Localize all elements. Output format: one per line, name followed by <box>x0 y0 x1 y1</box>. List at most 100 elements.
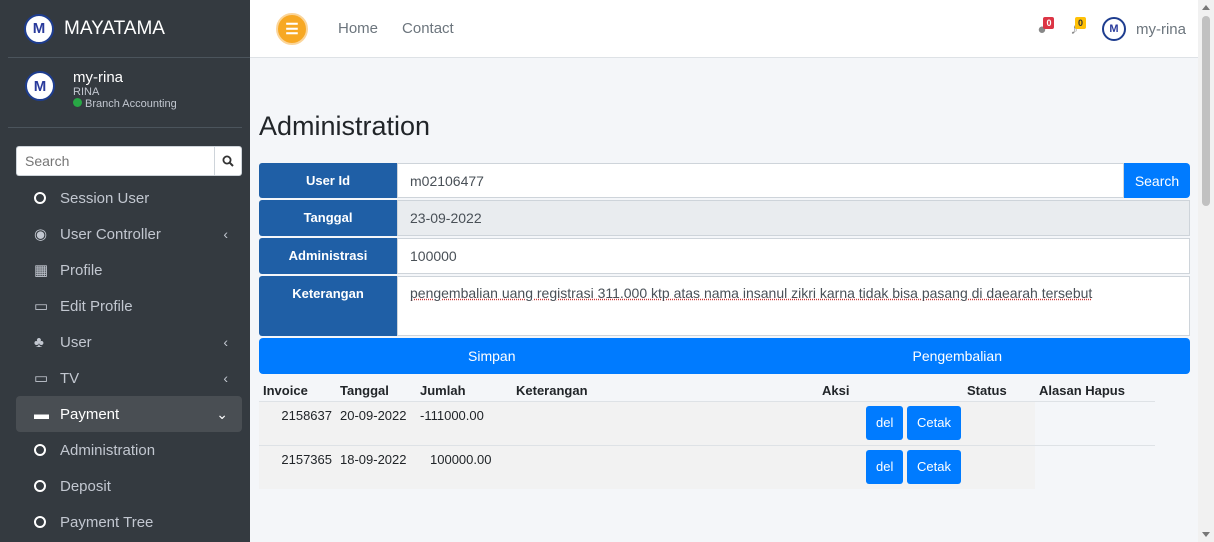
search-button[interactable]: Search <box>1124 163 1190 198</box>
brand-link[interactable]: M MAYATAMA <box>8 0 250 58</box>
cell-jumlah: 100000.00 <box>430 451 492 467</box>
print-button[interactable]: Cetak <box>907 449 961 484</box>
card-icon: ▬ <box>34 405 49 423</box>
sidebar-item-edit-profile[interactable]: ▭ Edit Profile <box>16 288 242 324</box>
scroll-up-icon[interactable] <box>1202 5 1210 10</box>
sidebar-item-user-controller[interactable]: ◉ User Controller ‹ <box>16 216 242 252</box>
form-actions: Simpan Pengembalian <box>259 338 1190 374</box>
avatar: M <box>25 71 55 101</box>
page-title: Administration <box>259 111 431 141</box>
scroll-thumb[interactable] <box>1202 16 1210 206</box>
user-id-label: User Id <box>259 163 397 198</box>
nav-contact-link[interactable]: Contact <box>402 20 454 37</box>
keterangan-row: Keterangan pengembalian uang registrasi … <box>259 276 1190 336</box>
circle-icon <box>34 192 60 204</box>
administrasi-row: Administrasi 100000 <box>259 238 1190 274</box>
simpan-button[interactable]: Simpan <box>259 338 725 374</box>
cell-keterangan <box>512 445 818 489</box>
sidebar-item-deposit[interactable]: Deposit <box>16 468 242 504</box>
scroll-down-icon[interactable] <box>1202 532 1210 537</box>
top-user-name: my-rina <box>1135 20 1186 38</box>
brand-logo-icon: M <box>24 13 54 44</box>
circle-icon <box>34 516 60 528</box>
keterangan-textarea[interactable]: pengembalian uang registrasi 311.000 ktp… <box>397 276 1190 336</box>
bell-icon[interactable]: ♪ 0 <box>1070 16 1086 38</box>
sidebar-item-label: Session User <box>60 189 150 207</box>
laptop-icon: ▭ <box>34 298 49 315</box>
nav-home-link[interactable]: Home <box>338 20 378 37</box>
cell-jumlah: -111000.00 <box>420 407 484 423</box>
cell-status <box>963 445 1035 489</box>
main-content: Administration User Id m02106477 Search … <box>259 58 1190 489</box>
page-scrollbar[interactable] <box>1198 0 1214 542</box>
user-id-row: User Id m02106477 Search <box>259 163 1190 198</box>
sidebar-item-label: User Controller <box>60 225 161 243</box>
delete-button[interactable]: del <box>866 405 904 440</box>
grid-icon: ▦ <box>34 262 49 279</box>
keterangan-label: Keterangan <box>259 276 397 336</box>
delete-button[interactable]: del <box>866 449 904 484</box>
table-row: 2158637 20-09-2022 -111000.00 del Cetak <box>259 401 1155 445</box>
user-id-input[interactable]: m02106477 <box>397 163 1124 198</box>
sidebar-item-payment-tree[interactable]: Payment Tree <box>16 504 242 540</box>
cell-aksi: del Cetak <box>818 445 963 489</box>
chevron-left-icon: ‹ <box>223 226 228 242</box>
col-status: Status <box>967 383 1007 399</box>
sidebar-search <box>16 146 242 176</box>
sidebar-item-label: Deposit <box>60 477 111 495</box>
cell-status <box>963 401 1035 445</box>
tanggal-field: 23-09-2022 <box>397 200 1190 236</box>
user-plus-icon: ♣ <box>34 333 44 351</box>
chevron-left-icon: ‹ <box>223 334 228 350</box>
administrasi-label: Administrasi <box>259 238 397 274</box>
user-panel-name[interactable]: my-rina <box>73 69 177 86</box>
circle-icon <box>34 480 60 492</box>
cell-alasan-hapus <box>1035 401 1155 445</box>
messages-badge: 0 <box>1043 16 1055 29</box>
user-role-text: Branch Accounting <box>85 98 177 110</box>
messages-icon[interactable]: ● 0 <box>1037 16 1055 38</box>
tanggal-label: Tanggal <box>259 200 397 236</box>
table-row: 2157365 18-09-2022 100000.00 del Cetak <box>259 445 1155 489</box>
sidebar-item-profile[interactable]: ▦ Profile <box>16 252 242 288</box>
sidebar-item-label: Edit Profile <box>60 297 133 315</box>
menu-toggle-icon[interactable]: ☰ <box>276 12 308 45</box>
pengembalian-button[interactable]: Pengembalian <box>724 338 1190 374</box>
col-aksi: Aksi <box>822 383 850 399</box>
user-panel-sub: RINA <box>73 86 100 98</box>
col-invoice: Invoice <box>263 383 308 399</box>
chevron-left-icon: ‹ <box>223 370 228 386</box>
top-navbar: ☰ Home Contact ● 0 ♪ 0 Mmy-rina <box>250 0 1198 58</box>
col-alasan-hapus: Alasan Hapus <box>1039 383 1125 399</box>
invoice-table: Invoice Tanggal Jumlah Keterangan Aksi S… <box>259 381 1155 489</box>
sidebar-item-administration[interactable]: Administration <box>16 432 242 468</box>
sidebar-item-payment[interactable]: ▬ Payment ⌄ <box>16 396 242 432</box>
notifications-badge: 0 <box>1074 16 1086 29</box>
sidebar-item-label: TV <box>60 369 80 387</box>
sidebar-search-input[interactable] <box>16 146 214 176</box>
print-button[interactable]: Cetak <box>907 405 961 440</box>
user-panel: M my-rina RINA Branch Accounting <box>8 58 242 128</box>
cell-tanggal: 20-09-2022 <box>340 407 407 423</box>
sidebar-item-user[interactable]: ♣ User ‹ <box>16 324 242 360</box>
sidebar-item-label: Profile <box>60 261 103 279</box>
cell-invoice: 2157365 <box>281 451 332 467</box>
sidebar-item-tv[interactable]: ▭ TV ‹ <box>16 360 242 396</box>
tv-icon: ▭ <box>34 370 49 387</box>
cell-invoice: 2158637 <box>281 407 332 423</box>
cell-alasan-hapus <box>1035 445 1155 489</box>
sidebar-item-label: User <box>60 333 92 351</box>
col-tanggal: Tanggal <box>340 383 389 399</box>
top-user-menu[interactable]: Mmy-rina <box>1101 17 1186 41</box>
administrasi-input[interactable]: 100000 <box>397 238 1190 274</box>
sidebar: M MAYATAMA M my-rina RINA Branch Account… <box>0 0 250 542</box>
cell-keterangan <box>512 401 818 445</box>
brand-name: MAYATAMA <box>64 17 165 39</box>
search-icon[interactable] <box>214 146 242 176</box>
tanggal-row: Tanggal 23-09-2022 <box>259 200 1190 236</box>
cell-tanggal: 18-09-2022 <box>340 451 407 467</box>
sidebar-item-label: Administration <box>60 441 156 459</box>
sidebar-item-session-user[interactable]: Session User <box>16 180 242 216</box>
top-right-controls: ● 0 ♪ 0 Mmy-rina <box>1037 0 1198 58</box>
avatar: M <box>1101 17 1126 41</box>
